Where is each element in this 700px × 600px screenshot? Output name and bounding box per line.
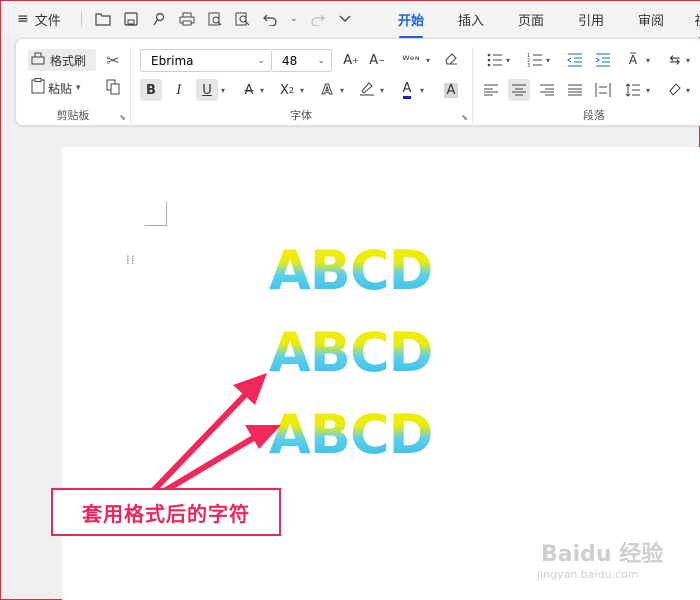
font-group-label: 字体 bbox=[290, 109, 312, 122]
paragraph-group: ▾ 123 ▾ A̅ ▾ ⇆ ▾ ▾ ▾ 段落 bbox=[472, 39, 700, 127]
watermark-logo: Baidu 经验 bbox=[541, 536, 663, 568]
chevron-down-icon[interactable]: ▾ bbox=[221, 86, 225, 95]
align-right-button[interactable] bbox=[536, 79, 558, 101]
tab-page[interactable]: 页面 bbox=[501, 10, 561, 29]
shading-button[interactable] bbox=[664, 79, 686, 101]
styled-text-line[interactable]: ABCD bbox=[269, 323, 433, 383]
redo-icon[interactable] bbox=[308, 10, 326, 28]
underline-button[interactable]: U bbox=[196, 79, 218, 101]
char-shading-icon: A bbox=[443, 82, 459, 98]
swap-icon: ⇆ bbox=[669, 52, 681, 68]
divider bbox=[80, 11, 82, 27]
chevron-down-icon: ⌄ bbox=[257, 55, 265, 66]
decrease-indent-button[interactable] bbox=[564, 49, 586, 71]
chevron-down-icon[interactable]: ▾ bbox=[686, 86, 690, 95]
numbered-list-button[interactable]: 123 bbox=[524, 49, 546, 71]
text-effect-icon: A bbox=[321, 82, 333, 98]
file-menu-label: 文件 bbox=[34, 13, 61, 29]
chevron-down-icon[interactable]: ⌄ bbox=[290, 10, 298, 28]
font-family-select[interactable]: Ebrima ⌄ bbox=[140, 49, 272, 72]
drag-handle-icon[interactable]: ⁞⁞ bbox=[126, 254, 136, 274]
dialog-launcher-icon[interactable]: ⬊ bbox=[461, 113, 468, 122]
char-shading-button[interactable]: A bbox=[440, 79, 462, 101]
strikethrough-button[interactable]: A bbox=[238, 79, 260, 101]
text-effect-button[interactable]: A bbox=[316, 79, 338, 101]
find-icon[interactable] bbox=[234, 10, 252, 28]
increase-indent-button[interactable] bbox=[592, 49, 614, 71]
hamburger-icon: ≡ bbox=[17, 11, 29, 27]
chevron-down-icon: ⌄ bbox=[317, 55, 325, 66]
tab-insert[interactable]: 插入 bbox=[441, 10, 501, 29]
text-direction-button[interactable]: A̅ bbox=[622, 49, 644, 71]
font-size-select[interactable]: 48 ⌄ bbox=[272, 49, 332, 72]
page-margin-marker bbox=[145, 202, 167, 226]
chevron-down-icon[interactable]: ▾ bbox=[260, 86, 264, 95]
text-direction-icon: A̅ bbox=[628, 53, 638, 67]
format-painter-icon[interactable] bbox=[150, 10, 168, 28]
distributed-button[interactable] bbox=[592, 79, 614, 101]
italic-button[interactable]: I bbox=[168, 79, 190, 101]
annotation-callout: 套用格式后的字符 bbox=[51, 488, 281, 536]
font-color-icon: A bbox=[402, 81, 412, 99]
bold-button[interactable]: B bbox=[140, 79, 162, 101]
align-left-button[interactable] bbox=[480, 79, 502, 101]
file-menu[interactable]: ≡ 文件 bbox=[17, 10, 61, 29]
tab-references[interactable]: 引用 bbox=[561, 10, 621, 29]
eraser-icon bbox=[444, 51, 458, 69]
line-spacing-button[interactable] bbox=[622, 79, 644, 101]
highlight-button[interactable] bbox=[356, 79, 378, 101]
tab-view[interactable]: 视 bbox=[681, 10, 700, 29]
styled-text-line[interactable]: ABCD bbox=[269, 405, 433, 465]
open-folder-icon[interactable] bbox=[94, 10, 112, 28]
quick-access-toolbar: ⌄ bbox=[79, 10, 354, 28]
highlighter-icon bbox=[359, 80, 375, 100]
align-center-button[interactable] bbox=[508, 79, 530, 101]
chevron-down-icon[interactable]: ▾ bbox=[340, 86, 344, 95]
styled-text-line[interactable]: ABCD bbox=[269, 241, 433, 301]
chevron-down-icon[interactable]: ▾ bbox=[546, 56, 550, 65]
phonetic-guide-button[interactable]: ᵂᵉᶰ bbox=[396, 49, 426, 71]
paragraph-group-label: 段落 bbox=[583, 109, 605, 122]
svg-text:3: 3 bbox=[527, 63, 530, 67]
more-icon[interactable] bbox=[336, 10, 354, 28]
chevron-down-icon[interactable]: ▾ bbox=[646, 56, 650, 65]
clear-format-button[interactable] bbox=[440, 49, 462, 71]
undo-icon[interactable] bbox=[262, 10, 280, 28]
ribbon: 格式刷 ✂ 粘贴 ▾ 剪贴板 ⬊ Ebrima ⌄ 48 ⌄ A + A − ᵂ… bbox=[15, 38, 700, 126]
chevron-down-icon[interactable]: ▾ bbox=[686, 56, 690, 65]
superscript-button[interactable]: X2 bbox=[276, 79, 298, 101]
font-group: Ebrima ⌄ 48 ⌄ A + A − ᵂᵉᶰ ▾ B I U ▾ A ▾ X2… bbox=[16, 39, 472, 127]
print-icon[interactable] bbox=[178, 10, 196, 28]
print-preview-icon[interactable] bbox=[206, 10, 224, 28]
font-family-value: Ebrima bbox=[151, 53, 194, 68]
chevron-down-icon[interactable]: ▾ bbox=[426, 56, 430, 65]
tab-review[interactable]: 审阅 bbox=[621, 10, 681, 29]
chevron-down-icon[interactable]: ▾ bbox=[506, 56, 510, 65]
font-size-value: 48 bbox=[282, 53, 298, 68]
watermark-url: jingyan.baidu.com bbox=[537, 568, 639, 581]
font-color-button[interactable]: A bbox=[396, 79, 418, 101]
title-bar: ≡ 文件 ⌄ 开始 插入 页面 引用 审阅 bbox=[1, 1, 700, 38]
ribbon-tabs: 开始 插入 页面 引用 审阅 视 bbox=[381, 1, 700, 38]
watermark-brand: Baidu 经验 bbox=[541, 542, 664, 567]
tab-home[interactable]: 开始 bbox=[381, 10, 441, 38]
phonetic-icon: ᵂᵉᶰ bbox=[402, 53, 420, 67]
chevron-down-icon[interactable]: ▾ bbox=[420, 86, 424, 95]
shrink-font-button[interactable]: A − bbox=[366, 49, 388, 71]
grow-font-button[interactable]: A + bbox=[340, 49, 362, 71]
line-break-button[interactable]: ⇆ bbox=[664, 49, 686, 71]
chevron-down-icon[interactable]: ▾ bbox=[646, 86, 650, 95]
bullet-list-button[interactable] bbox=[484, 49, 506, 71]
chevron-down-icon[interactable]: ▾ bbox=[380, 86, 384, 95]
chevron-down-icon[interactable]: ▾ bbox=[300, 86, 304, 95]
justify-button[interactable] bbox=[564, 79, 586, 101]
save-icon[interactable] bbox=[122, 10, 140, 28]
